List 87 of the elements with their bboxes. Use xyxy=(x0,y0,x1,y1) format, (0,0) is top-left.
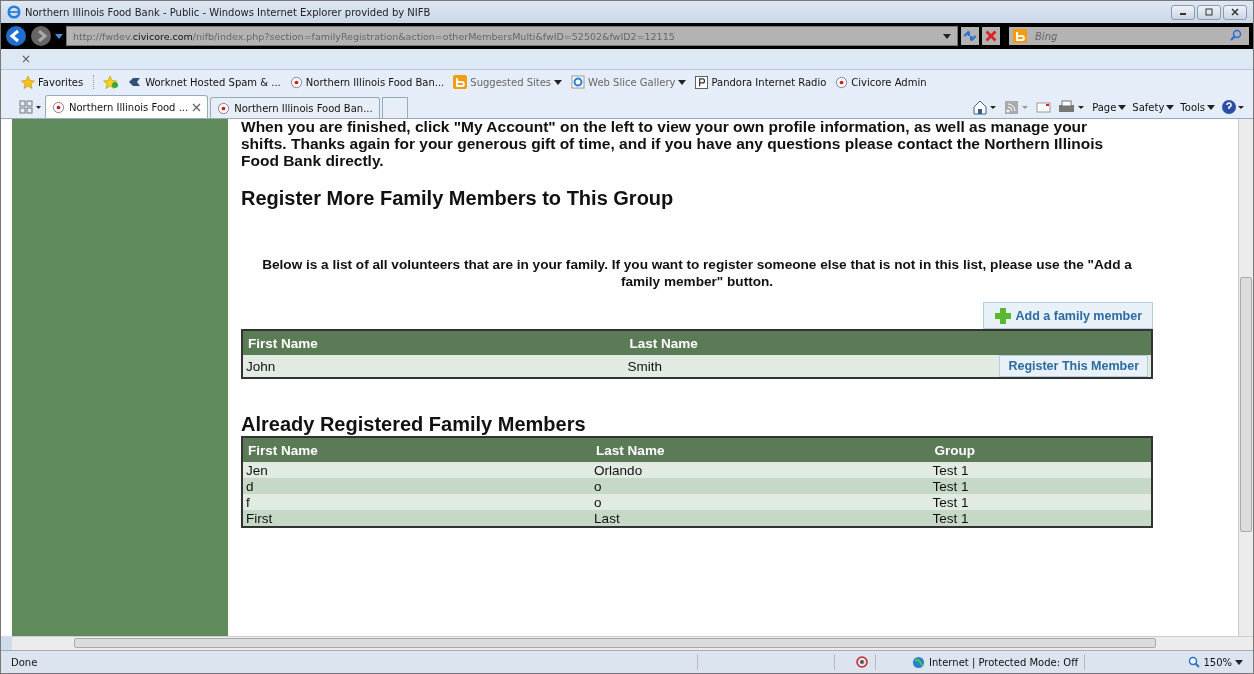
search-provider-icon[interactable] xyxy=(1013,29,1027,43)
new-tab-button[interactable] xyxy=(381,97,408,118)
add-favorite-icon[interactable] xyxy=(103,75,120,89)
privacy-icon xyxy=(855,655,869,669)
stop-icon[interactable] xyxy=(982,27,1000,45)
section-heading: Already Registered Family Members xyxy=(241,413,587,436)
table-cell: Last xyxy=(591,510,930,527)
site-icon xyxy=(835,75,849,89)
table-cell: d xyxy=(242,478,592,494)
feed-icon[interactable] xyxy=(1004,99,1031,115)
plus-icon xyxy=(993,306,1012,325)
table-cell: Smith xyxy=(624,355,995,378)
table-cell: Orlando xyxy=(591,462,930,478)
column-header: Group xyxy=(929,437,1152,462)
column-header: Last Name xyxy=(591,437,930,462)
favorite-link[interactable]: Web Slice Gallery xyxy=(571,75,687,89)
table-cell: Test 1 xyxy=(929,462,1152,478)
horizontal-scrollbar[interactable] xyxy=(12,636,1253,650)
favorite-link[interactable]: Pandora Internet Radio xyxy=(695,75,827,89)
table-cell: First xyxy=(242,510,592,527)
pandora-icon xyxy=(695,75,709,89)
caret-icon xyxy=(678,79,687,85)
toolbar-menu[interactable]: Page xyxy=(1092,101,1127,113)
close-tab-icon[interactable] xyxy=(192,102,202,112)
minimize-button[interactable] xyxy=(1171,4,1195,20)
table-cell: Test 1 xyxy=(929,494,1152,510)
search-field[interactable]: Bing xyxy=(1031,27,1227,45)
help-icon[interactable] xyxy=(1221,99,1247,115)
vertical-scrollbar[interactable] xyxy=(1238,119,1253,636)
column-header: First Name xyxy=(242,330,625,355)
caret-icon xyxy=(554,79,563,85)
table-cell: o xyxy=(591,494,930,510)
print-icon[interactable] xyxy=(1058,99,1087,115)
favorite-link[interactable]: Northern Illinois Food Ban... xyxy=(289,75,445,89)
browser-tab[interactable]: Northern Illinois Food ... xyxy=(45,95,209,118)
favorites-button[interactable]: Favorites xyxy=(21,75,95,89)
table-cell: Jen xyxy=(242,462,592,478)
zoom-control[interactable]: 150% xyxy=(1188,656,1243,668)
description-text: Below is a list of all volunteers that are in your family. If you want to register someone else that is not in this list, please use the "Add a family member" button. xyxy=(261,256,1133,290)
register-member-button[interactable]: Register This Member xyxy=(999,355,1148,377)
section-heading: Register More Family Members to This Group xyxy=(241,187,675,210)
web-slice-icon xyxy=(571,75,586,89)
caret-icon xyxy=(943,33,951,39)
site-icon xyxy=(217,101,231,115)
mail-icon[interactable] xyxy=(1036,99,1053,115)
back-button[interactable] xyxy=(5,25,27,47)
add-family-member-button[interactable]: Add a family member xyxy=(982,302,1153,329)
window-title: Northern Illinois Food Bank - Public - Windows Internet Explorer provided by NIFB xyxy=(25,6,431,18)
bing-icon xyxy=(453,75,468,89)
maximize-icon xyxy=(1204,7,1214,17)
table-cell: f xyxy=(242,494,592,510)
table-cell: John xyxy=(242,355,625,378)
browser-logo-icon xyxy=(7,5,21,19)
caret-icon xyxy=(1166,104,1175,110)
browser-tab[interactable]: Northern Illinois Food Ban... xyxy=(210,97,380,118)
table-cell: o xyxy=(591,478,930,494)
caret-icon xyxy=(1118,104,1127,110)
close-button[interactable] xyxy=(1223,4,1247,20)
caret-icon xyxy=(1207,104,1215,110)
address-field[interactable]: http://fwdev.civicore.com/nifb/index.php?section=familyRegistration&action=otherMembersMulti&fwID=52502&fwID2=12115 xyxy=(66,26,958,46)
column-header: Last Name xyxy=(624,330,995,355)
favorite-link[interactable]: Worknet Hosted Spam & ... xyxy=(128,76,281,88)
close-icon xyxy=(1230,7,1240,17)
site-icon xyxy=(52,100,65,114)
favorite-link[interactable]: Suggested Sites xyxy=(453,75,563,89)
forward-button[interactable] xyxy=(30,25,52,47)
search-icon[interactable] xyxy=(1227,27,1249,45)
security-zone-text: Internet | Protected Mode: Off xyxy=(912,655,1079,669)
toolbar-menu[interactable]: Safety xyxy=(1132,101,1175,113)
intro-text: When you are finished, click "My Account" on the left to view your own profile information, as well as manage your shifts. Thanks again for your generous gift of time, and if you have any questions please contact the Northern Illinois Food Bank directly. xyxy=(241,119,1105,169)
star-icon xyxy=(21,75,35,89)
magnifier-icon xyxy=(1188,656,1201,668)
table-cell: Test 1 xyxy=(929,510,1152,527)
home-icon[interactable] xyxy=(972,99,999,115)
caret-icon xyxy=(1235,659,1243,665)
status-text: Done xyxy=(11,656,39,668)
globe-icon xyxy=(912,655,925,669)
fish-icon xyxy=(128,77,143,87)
quick-tabs-icon[interactable] xyxy=(17,98,43,116)
favorite-link[interactable]: Civicore Admin xyxy=(835,75,927,89)
site-icon xyxy=(289,75,303,89)
history-dropdown-icon[interactable] xyxy=(55,33,63,39)
toolbar-menu[interactable]: Tools xyxy=(1180,101,1215,113)
table-cell: Test 1 xyxy=(929,478,1152,494)
refresh-icon[interactable] xyxy=(961,27,979,45)
column-header: First Name xyxy=(242,437,592,462)
close-toolbar-button[interactable]: × xyxy=(21,52,32,66)
